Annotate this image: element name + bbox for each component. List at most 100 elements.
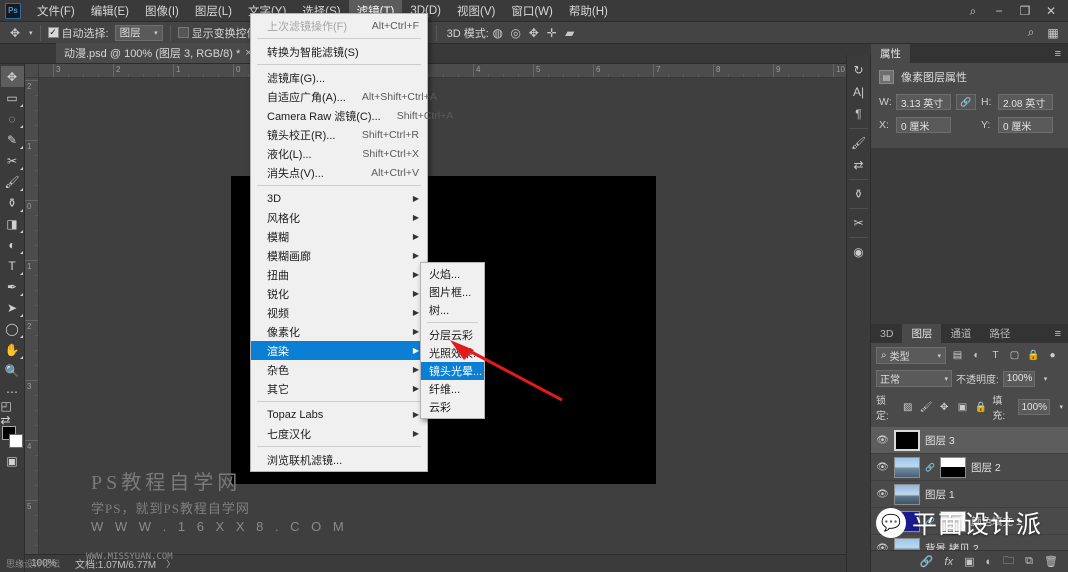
width-field[interactable]: 3.13 英寸: [896, 94, 951, 110]
lock-all-icon[interactable]: 🔒: [974, 400, 987, 415]
layer-mask-thumbnail[interactable]: [939, 456, 966, 478]
blend-mode-dropdown[interactable]: 正常 ▾: [876, 370, 952, 387]
search-panel-icon[interactable]: ⌕: [1022, 24, 1040, 42]
search-icon[interactable]: ⌕: [960, 1, 986, 21]
menu-item[interactable]: 模糊 ▶: [251, 227, 427, 246]
drag-3d-icon[interactable]: ✥: [525, 24, 543, 42]
table-row[interactable]: 👁 🔗 图层 2: [871, 454, 1068, 481]
menu-item[interactable]: 浏览联机滤镜...: [251, 450, 427, 469]
fill-chevron-icon[interactable]: ▾: [1060, 403, 1064, 411]
roll-3d-icon[interactable]: ◎: [507, 24, 525, 42]
clone-stamp-tool[interactable]: ⚱: [1, 192, 24, 213]
filter-kind-dropdown[interactable]: ⌕ 类型 ▾: [876, 347, 946, 364]
menu-item[interactable]: Topaz Labs ▶: [251, 405, 427, 424]
hand-tool[interactable]: ✋: [1, 339, 24, 360]
tool-preset-chevron-icon[interactable]: ▾: [29, 29, 33, 37]
vertical-ruler[interactable]: 210123456: [25, 78, 39, 554]
tab-3d[interactable]: 3D: [871, 324, 902, 343]
background-color-swatch[interactable]: [8, 434, 23, 448]
menu-item[interactable]: 七度汉化 ▶: [251, 424, 427, 443]
render-submenu[interactable]: 火焰... 图片框... 树... 分层云彩 光照效果... 镜头光晕... 纤维... 云彩: [420, 262, 485, 419]
layer-visibility-icon[interactable]: 👁: [876, 462, 889, 473]
menu-view[interactable]: 视图(V): [449, 0, 503, 22]
menu-item[interactable]: 3D ▶: [251, 189, 427, 208]
layer-thumbnail[interactable]: [894, 456, 920, 478]
type-tool[interactable]: T: [1, 255, 24, 276]
actions-icon[interactable]: A|: [847, 81, 870, 103]
menu-item[interactable]: 渲染 ▶: [251, 341, 427, 360]
color-swatches[interactable]: [1, 426, 24, 450]
adjustment-filter-icon[interactable]: ◐: [969, 348, 984, 363]
menu-file[interactable]: 文件(F): [29, 0, 83, 22]
tab-channels[interactable]: 通道: [941, 324, 980, 343]
layer-visibility-icon[interactable]: 👁: [876, 516, 889, 527]
fx-icon[interactable]: fx: [945, 556, 954, 568]
menu-item[interactable]: 镜头校正(R)... Shift+Ctrl+R: [251, 125, 427, 144]
brush-preset-icon[interactable]: 🖌: [847, 132, 870, 154]
menu-item[interactable]: 风格化 ▶: [251, 208, 427, 227]
paragraph-icon[interactable]: ¶: [847, 103, 870, 125]
filter-toggle-icon[interactable]: ●: [1045, 348, 1060, 363]
layer-visibility-icon[interactable]: 👁: [876, 435, 889, 446]
marquee-tool[interactable]: ▭: [1, 87, 24, 108]
restore-button[interactable]: ❐: [1012, 1, 1038, 21]
link-layers-icon[interactable]: 🔗: [920, 555, 934, 568]
menu-item[interactable]: 视频 ▶: [251, 303, 427, 322]
submenu-item[interactable]: 图片框...: [421, 283, 484, 301]
minimize-button[interactable]: −: [986, 1, 1012, 21]
slide-3d-icon[interactable]: ✛: [543, 24, 561, 42]
auto-select-scope-dropdown[interactable]: 图层 ▾: [114, 24, 163, 41]
rotate-3d-icon[interactable]: ◍: [489, 24, 507, 42]
opacity-chevron-icon[interactable]: ▾: [1044, 375, 1048, 383]
layer-mask-thumbnail[interactable]: [939, 510, 966, 532]
menu-item[interactable]: 模糊画廊 ▶: [251, 246, 427, 265]
delete-layer-icon[interactable]: 🗑: [1044, 555, 1058, 568]
menu-layer[interactable]: 图层(L): [187, 0, 240, 22]
menu-item[interactable]: 滤镜库(G)...: [251, 68, 427, 87]
add-mask-icon[interactable]: ▣: [964, 555, 974, 568]
lock-transparent-icon[interactable]: ▨: [901, 400, 914, 415]
menu-edit[interactable]: 编辑(E): [83, 0, 137, 22]
menu-item[interactable]: 杂色 ▶: [251, 360, 427, 379]
brush-tool[interactable]: 🖌: [1, 171, 24, 192]
workspace-icon[interactable]: ▦: [1044, 24, 1062, 42]
layer-thumbnail[interactable]: [894, 429, 920, 451]
fill-value[interactable]: 100%: [1017, 399, 1050, 415]
menu-item[interactable]: 液化(L)... Shift+Ctrl+X: [251, 144, 427, 163]
menu-item[interactable]: 转换为智能滤镜(S): [251, 42, 427, 61]
menu-item[interactable]: 扭曲 ▶: [251, 265, 427, 284]
layer-thumbnail[interactable]: [894, 510, 920, 532]
eraser-tool[interactable]: ◨: [1, 213, 24, 234]
show-transform-checkbox[interactable]: ✓: [177, 27, 189, 38]
menu-item[interactable]: 锐化 ▶: [251, 284, 427, 303]
new-layer-icon[interactable]: ⧉: [1025, 555, 1033, 568]
layer-visibility-icon[interactable]: 👁: [876, 489, 889, 500]
lock-image-icon[interactable]: 🖌: [919, 400, 933, 415]
height-field[interactable]: 2.08 英寸: [998, 94, 1053, 110]
y-field[interactable]: 0 厘米: [998, 117, 1053, 133]
lasso-tool[interactable]: ◌: [1, 108, 24, 129]
layer-thumbnail[interactable]: [894, 483, 920, 505]
menu-item[interactable]: 其它 ▶: [251, 379, 427, 398]
lock-position-icon[interactable]: ✥: [938, 400, 951, 415]
move-tool[interactable]: ✥: [0, 66, 24, 87]
submenu-item[interactable]: 云彩: [421, 398, 484, 416]
scale-3d-icon[interactable]: ▰: [561, 24, 579, 42]
close-button[interactable]: ✕: [1038, 1, 1064, 21]
ellipse-tool[interactable]: ◯: [1, 318, 24, 339]
menu-item[interactable]: Camera Raw 滤镜(C)... Shift+Ctrl+A: [251, 106, 453, 125]
new-group-icon[interactable]: 🗀: [1003, 552, 1014, 571]
gradient-tool[interactable]: ◐: [1, 234, 24, 255]
screen-mode-icon[interactable]: ▣: [1, 450, 24, 471]
panel-menu-icon[interactable]: ≡: [1048, 44, 1068, 63]
menu-item[interactable]: 自适应广角(A)... Alt+Shift+Ctrl+A: [251, 87, 437, 106]
tab-properties[interactable]: 属性: [871, 44, 910, 63]
zoom-tool[interactable]: 🔍: [1, 360, 24, 381]
table-row[interactable]: 👁 🔗 颜色填充 1: [871, 508, 1068, 535]
type-filter-icon[interactable]: T: [988, 348, 1003, 363]
tab-paths[interactable]: 路径: [980, 324, 1019, 343]
quick-mask-icon[interactable]: ◰ ⇄: [1, 399, 24, 427]
menu-window[interactable]: 窗口(W): [503, 0, 561, 22]
document-tab[interactable]: 动漫.psd @ 100% (图层 3, RGB/8) * ×: [56, 43, 261, 63]
brush-settings-icon[interactable]: ⇄: [847, 154, 870, 176]
